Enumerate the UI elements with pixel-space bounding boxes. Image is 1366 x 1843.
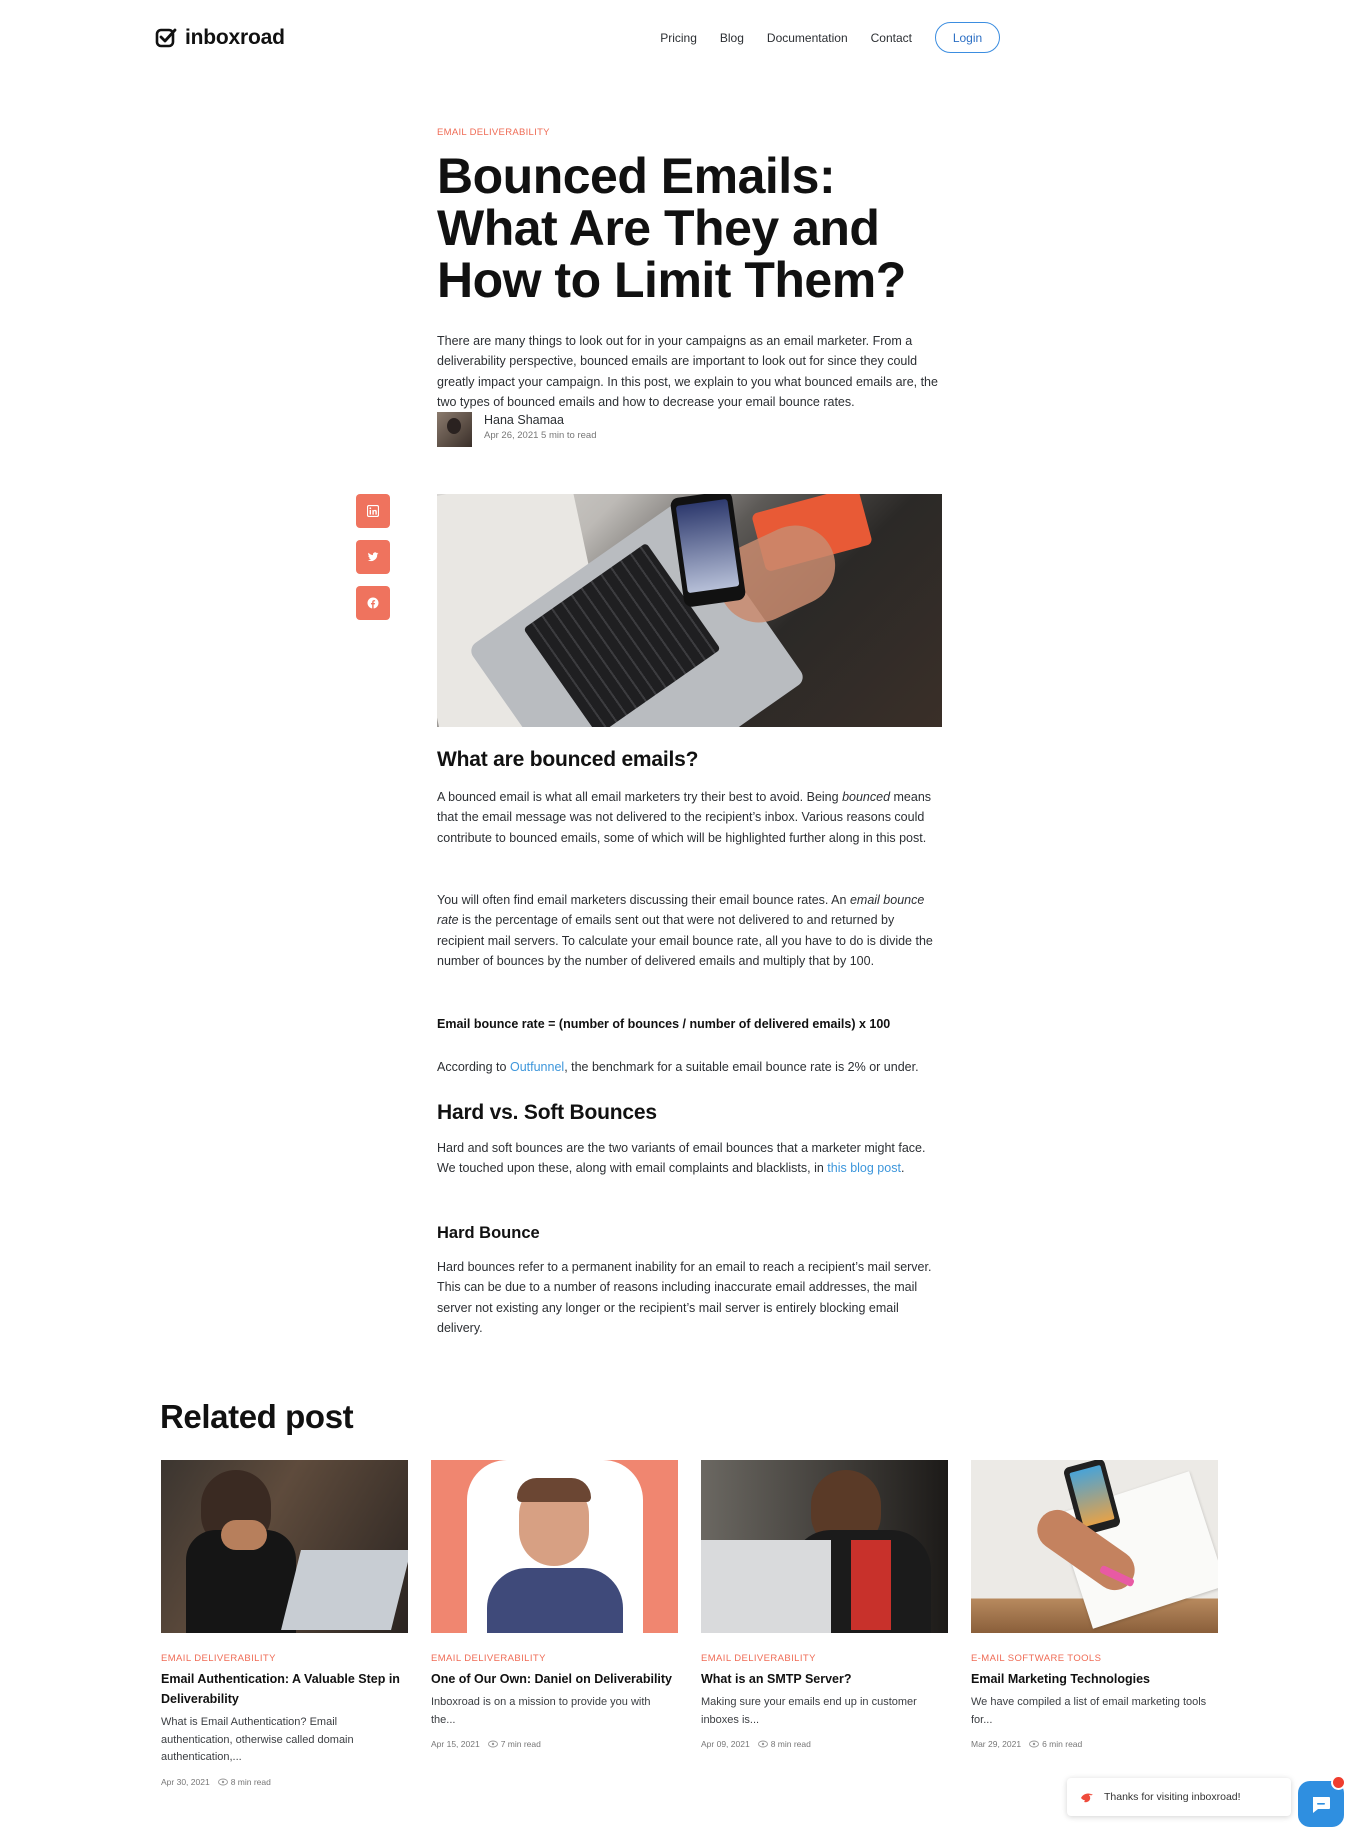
article-hero-image <box>437 494 942 727</box>
section-heading-what: What are bounced emails? <box>437 748 699 771</box>
related-thumb-2[interactable] <box>431 1460 678 1633</box>
logo[interactable]: inboxroad <box>155 26 285 50</box>
bird-icon <box>1081 1793 1093 1803</box>
article-category[interactable]: EMAIL DELIVERABILITY <box>437 127 550 138</box>
eye-icon <box>487 1740 498 1748</box>
nav-blog[interactable]: Blog <box>720 23 744 53</box>
share-linkedin-button[interactable] <box>356 494 390 528</box>
related-title[interactable]: Email Marketing Technologies <box>971 1669 1218 1689</box>
related-card-1[interactable]: EMAIL DELIVERABILITY Email Authenticatio… <box>161 1460 408 1787</box>
chat-icon <box>1313 1797 1330 1813</box>
related-read-time: 8 min read <box>770 1739 811 1749</box>
related-date: Mar 29, 2021 <box>971 1739 1022 1749</box>
related-read-time: 8 min read <box>230 1776 271 1787</box>
related-thumb-1[interactable] <box>161 1460 408 1633</box>
related-excerpt: Making sure your emails end up in custom… <box>701 1696 917 1726</box>
related-category[interactable]: EMAIL DELIVERABILITY <box>431 1653 678 1665</box>
paragraph-benchmark: According to Outfunnel, the benchmark fo… <box>437 1060 919 1074</box>
related-title[interactable]: What is an SMTP Server? <box>701 1669 948 1689</box>
paragraph-what-2: You will often find email marketers disc… <box>437 893 933 968</box>
section-heading-hard-soft: Hard vs. Soft Bounces <box>437 1101 657 1124</box>
related-category[interactable]: EMAIL DELIVERABILITY <box>161 1653 408 1665</box>
nav-pricing[interactable]: Pricing <box>660 23 697 53</box>
related-category[interactable]: EMAIL DELIVERABILITY <box>701 1653 948 1665</box>
chat-greeting-text: Thanks for visiting inboxroad! <box>1104 1791 1241 1803</box>
related-title[interactable]: Email Authentication: A Valuable Step in… <box>161 1669 408 1709</box>
nav-documentation[interactable]: Documentation <box>767 23 848 53</box>
related-meta: Apr 30, 2021 8 min read <box>161 1777 408 1787</box>
logo-text: inboxroad <box>185 26 285 49</box>
related-meta: Apr 15, 2021 7 min read <box>431 1739 678 1749</box>
facebook-icon <box>367 597 379 609</box>
paragraph-what-1: A bounced email is what all email market… <box>437 790 932 845</box>
related-excerpt: We have compiled a list of email marketi… <box>971 1696 1207 1726</box>
logo-check-icon <box>155 28 177 48</box>
related-meta: Mar 29, 2021 6 min read <box>971 1739 1218 1749</box>
author-meta: Apr 26, 2021 5 min to read <box>484 430 597 441</box>
related-card-4[interactable]: E-MAIL SOFTWARE TOOLS Email Marketing Te… <box>971 1460 1218 1749</box>
bounce-rate-formula: Email bounce rate = (number of bounces /… <box>437 1017 891 1031</box>
related-thumb-4[interactable] <box>971 1460 1218 1633</box>
related-meta: Apr 09, 2021 8 min read <box>701 1739 948 1749</box>
related-title[interactable]: One of Our Own: Daniel on Deliverability <box>431 1669 678 1689</box>
related-heading: Related post <box>160 1398 354 1435</box>
related-excerpt: Inboxroad is on a mission to provide you… <box>431 1696 651 1726</box>
chat-greeting[interactable]: Thanks for visiting inboxroad! <box>1067 1778 1291 1816</box>
share-facebook-button[interactable] <box>356 586 390 620</box>
login-button[interactable]: Login <box>935 22 1000 53</box>
related-thumb-3[interactable] <box>701 1460 948 1633</box>
section-heading-hard-bounce: Hard Bounce <box>437 1224 540 1242</box>
author-block: Hana Shamaa Apr 26, 2021 5 min to read <box>437 412 597 447</box>
this-blog-post-link[interactable]: this blog post <box>827 1161 901 1175</box>
eye-icon <box>217 1778 228 1785</box>
share-twitter-button[interactable] <box>356 540 390 574</box>
eye-icon <box>1029 1740 1040 1748</box>
related-category[interactable]: E-MAIL SOFTWARE TOOLS <box>971 1653 1218 1665</box>
related-card-2[interactable]: EMAIL DELIVERABILITY One of Our Own: Dan… <box>431 1460 678 1749</box>
author-name: Hana Shamaa <box>484 413 564 427</box>
related-card-3[interactable]: EMAIL DELIVERABILITY What is an SMTP Ser… <box>701 1460 948 1749</box>
related-date: Apr 30, 2021 <box>161 1776 210 1787</box>
site-header: inboxroad Pricing Blog Documentation Con… <box>0 0 1366 76</box>
linkedin-icon <box>367 505 379 517</box>
related-date: Apr 15, 2021 <box>431 1739 480 1749</box>
related-excerpt: What is Email Authentication? Email auth… <box>161 1716 354 1763</box>
paragraph-hard-bounce: Hard bounces refer to a permanent inabil… <box>437 1260 932 1335</box>
eye-icon <box>757 1740 768 1748</box>
chat-notification-badge <box>1331 1775 1346 1790</box>
paragraph-hard-soft: Hard and soft bounces are the two varian… <box>437 1141 926 1176</box>
author-avatar <box>437 412 472 447</box>
related-date: Apr 09, 2021 <box>701 1739 750 1749</box>
main-nav: Pricing Blog Documentation Contact Login <box>637 22 1000 53</box>
article-intro: There are many things to look out for in… <box>437 334 938 409</box>
twitter-icon <box>367 552 379 562</box>
outfunnel-link[interactable]: Outfunnel <box>510 1060 564 1074</box>
article-title: Bounced Emails: What Are They and How to… <box>437 148 906 308</box>
related-read-time: 7 min read <box>500 1739 541 1749</box>
related-read-time: 6 min read <box>1042 1739 1083 1749</box>
nav-contact[interactable]: Contact <box>871 23 912 53</box>
